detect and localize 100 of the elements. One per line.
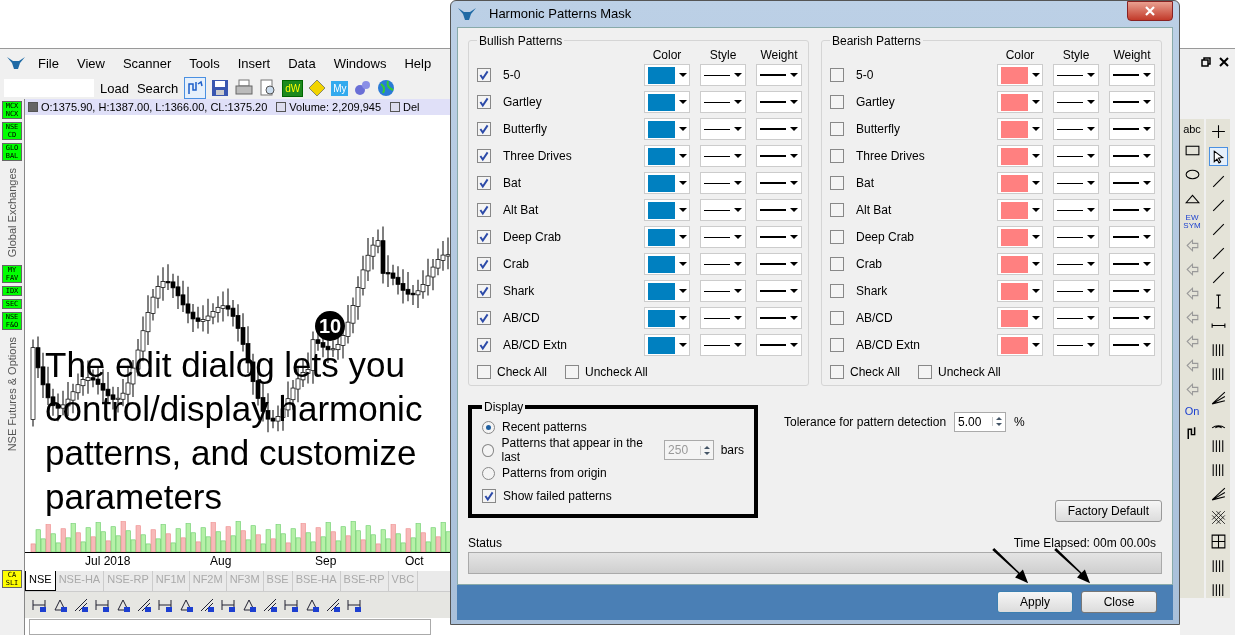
drawing-tool-icon[interactable] bbox=[283, 597, 299, 613]
drawing-tool-icon[interactable] bbox=[157, 597, 173, 613]
checkbox[interactable] bbox=[830, 311, 844, 326]
weight-dropdown[interactable] bbox=[756, 307, 802, 330]
drawing-tool-icon[interactable] bbox=[31, 597, 47, 613]
checkbox[interactable] bbox=[830, 95, 844, 110]
color-dropdown[interactable] bbox=[644, 226, 690, 249]
close-icon[interactable] bbox=[1219, 57, 1229, 67]
dialog-button[interactable]: Apply bbox=[997, 591, 1073, 614]
checkbox[interactable] bbox=[477, 122, 491, 137]
checkbox[interactable] bbox=[477, 311, 491, 326]
weight-dropdown[interactable] bbox=[1109, 334, 1155, 357]
checkbox[interactable] bbox=[477, 338, 491, 353]
symbol-tool[interactable]: EW SYM bbox=[1182, 214, 1202, 230]
checkbox[interactable] bbox=[830, 338, 844, 353]
color-dropdown[interactable] bbox=[997, 91, 1043, 114]
drawing-tool-icon[interactable] bbox=[199, 597, 215, 613]
style-dropdown[interactable] bbox=[1053, 280, 1099, 303]
checkbox[interactable] bbox=[830, 149, 844, 164]
color-dropdown[interactable] bbox=[644, 64, 690, 87]
style-dropdown[interactable] bbox=[700, 64, 746, 87]
checkbox[interactable] bbox=[918, 364, 933, 379]
menu-item[interactable]: View bbox=[76, 55, 105, 71]
checkbox[interactable] bbox=[830, 176, 844, 191]
weight-dropdown[interactable] bbox=[756, 145, 802, 168]
checkbox[interactable] bbox=[830, 230, 844, 245]
tolerance-field[interactable]: 5.00 bbox=[954, 411, 1007, 432]
text-tool[interactable]: abc bbox=[1183, 123, 1201, 135]
toggle-tool[interactable]: On bbox=[1184, 405, 1200, 417]
menu-item[interactable]: Windows bbox=[333, 55, 387, 71]
color-dropdown[interactable] bbox=[644, 253, 690, 276]
style-dropdown[interactable] bbox=[700, 280, 746, 303]
checkbox[interactable] bbox=[477, 364, 491, 379]
sidebar-tab[interactable]: Global Exchanges bbox=[6, 164, 18, 262]
style-dropdown[interactable] bbox=[700, 334, 746, 357]
weight-dropdown[interactable] bbox=[756, 199, 802, 222]
weight-dropdown[interactable] bbox=[756, 226, 802, 249]
color-dropdown[interactable] bbox=[644, 280, 690, 303]
drawing-tool-icon[interactable] bbox=[241, 597, 257, 613]
weight-dropdown[interactable] bbox=[1109, 199, 1155, 222]
weight-dropdown[interactable] bbox=[1109, 307, 1155, 330]
style-dropdown[interactable] bbox=[1053, 307, 1099, 330]
weight-dropdown[interactable] bbox=[756, 280, 802, 303]
checkbox[interactable] bbox=[477, 257, 491, 272]
checkbox[interactable] bbox=[477, 284, 491, 299]
mesh-icon[interactable] bbox=[1209, 509, 1227, 526]
drawing-tool-icon[interactable] bbox=[346, 597, 362, 613]
color-dropdown[interactable] bbox=[997, 199, 1043, 222]
style-dropdown[interactable] bbox=[700, 199, 746, 222]
color-dropdown[interactable] bbox=[644, 307, 690, 330]
weight-dropdown[interactable] bbox=[1109, 145, 1155, 168]
crosshair-icon[interactable] bbox=[1209, 123, 1227, 140]
style-dropdown[interactable] bbox=[700, 91, 746, 114]
restore-icon[interactable] bbox=[1201, 57, 1211, 67]
style-dropdown[interactable] bbox=[700, 307, 746, 330]
weight-dropdown[interactable] bbox=[756, 64, 802, 87]
weight-dropdown[interactable] bbox=[756, 172, 802, 195]
color-dropdown[interactable] bbox=[997, 226, 1043, 249]
drawing-tool-icon[interactable] bbox=[325, 597, 341, 613]
checkbox[interactable] bbox=[477, 149, 491, 164]
weight-dropdown[interactable] bbox=[756, 253, 802, 276]
color-dropdown[interactable] bbox=[997, 280, 1043, 303]
drawing-tool-icon[interactable] bbox=[73, 597, 89, 613]
checkbox[interactable] bbox=[565, 364, 580, 379]
color-dropdown[interactable] bbox=[997, 118, 1043, 141]
checkbox[interactable] bbox=[830, 257, 844, 272]
checkbox[interactable] bbox=[477, 176, 491, 191]
printer-icon[interactable] bbox=[234, 78, 255, 98]
style-dropdown[interactable] bbox=[1053, 172, 1099, 195]
menu-item[interactable]: Data bbox=[288, 55, 316, 71]
menu-item[interactable]: Insert bbox=[237, 55, 271, 71]
checkbox[interactable] bbox=[830, 68, 844, 83]
weight-dropdown[interactable] bbox=[1109, 172, 1155, 195]
color-dropdown[interactable] bbox=[997, 64, 1043, 87]
factory-default-button[interactable]: Factory Default bbox=[1054, 499, 1162, 522]
checkbox[interactable] bbox=[477, 95, 491, 110]
color-dropdown[interactable] bbox=[644, 145, 690, 168]
weight-dropdown[interactable] bbox=[756, 91, 802, 114]
dialog-button[interactable]: Close bbox=[1081, 591, 1157, 614]
pointer-icon[interactable] bbox=[1208, 147, 1228, 166]
color-dropdown[interactable] bbox=[997, 307, 1043, 330]
checkbox[interactable] bbox=[482, 489, 496, 504]
weight-dropdown[interactable] bbox=[756, 118, 802, 141]
style-dropdown[interactable] bbox=[1053, 226, 1099, 249]
toolbar-button[interactable]: Load bbox=[98, 80, 131, 96]
weight-dropdown[interactable] bbox=[1109, 253, 1155, 276]
style-dropdown[interactable] bbox=[700, 226, 746, 249]
grid-icon[interactable] bbox=[1209, 533, 1227, 550]
gears-icon[interactable] bbox=[352, 78, 373, 98]
style-dropdown[interactable] bbox=[1053, 253, 1099, 276]
checkbox[interactable] bbox=[830, 122, 844, 137]
style-dropdown[interactable] bbox=[1053, 145, 1099, 168]
toolbar-button[interactable]: dW bbox=[282, 79, 304, 97]
chart-type-icon[interactable] bbox=[184, 77, 207, 99]
fan-icon[interactable] bbox=[1209, 485, 1227, 502]
drawing-tool-icon[interactable] bbox=[178, 597, 194, 613]
weight-dropdown[interactable] bbox=[1109, 91, 1155, 114]
save-icon[interactable] bbox=[210, 78, 231, 98]
style-dropdown[interactable] bbox=[700, 118, 746, 141]
globe-icon[interactable] bbox=[376, 78, 397, 98]
